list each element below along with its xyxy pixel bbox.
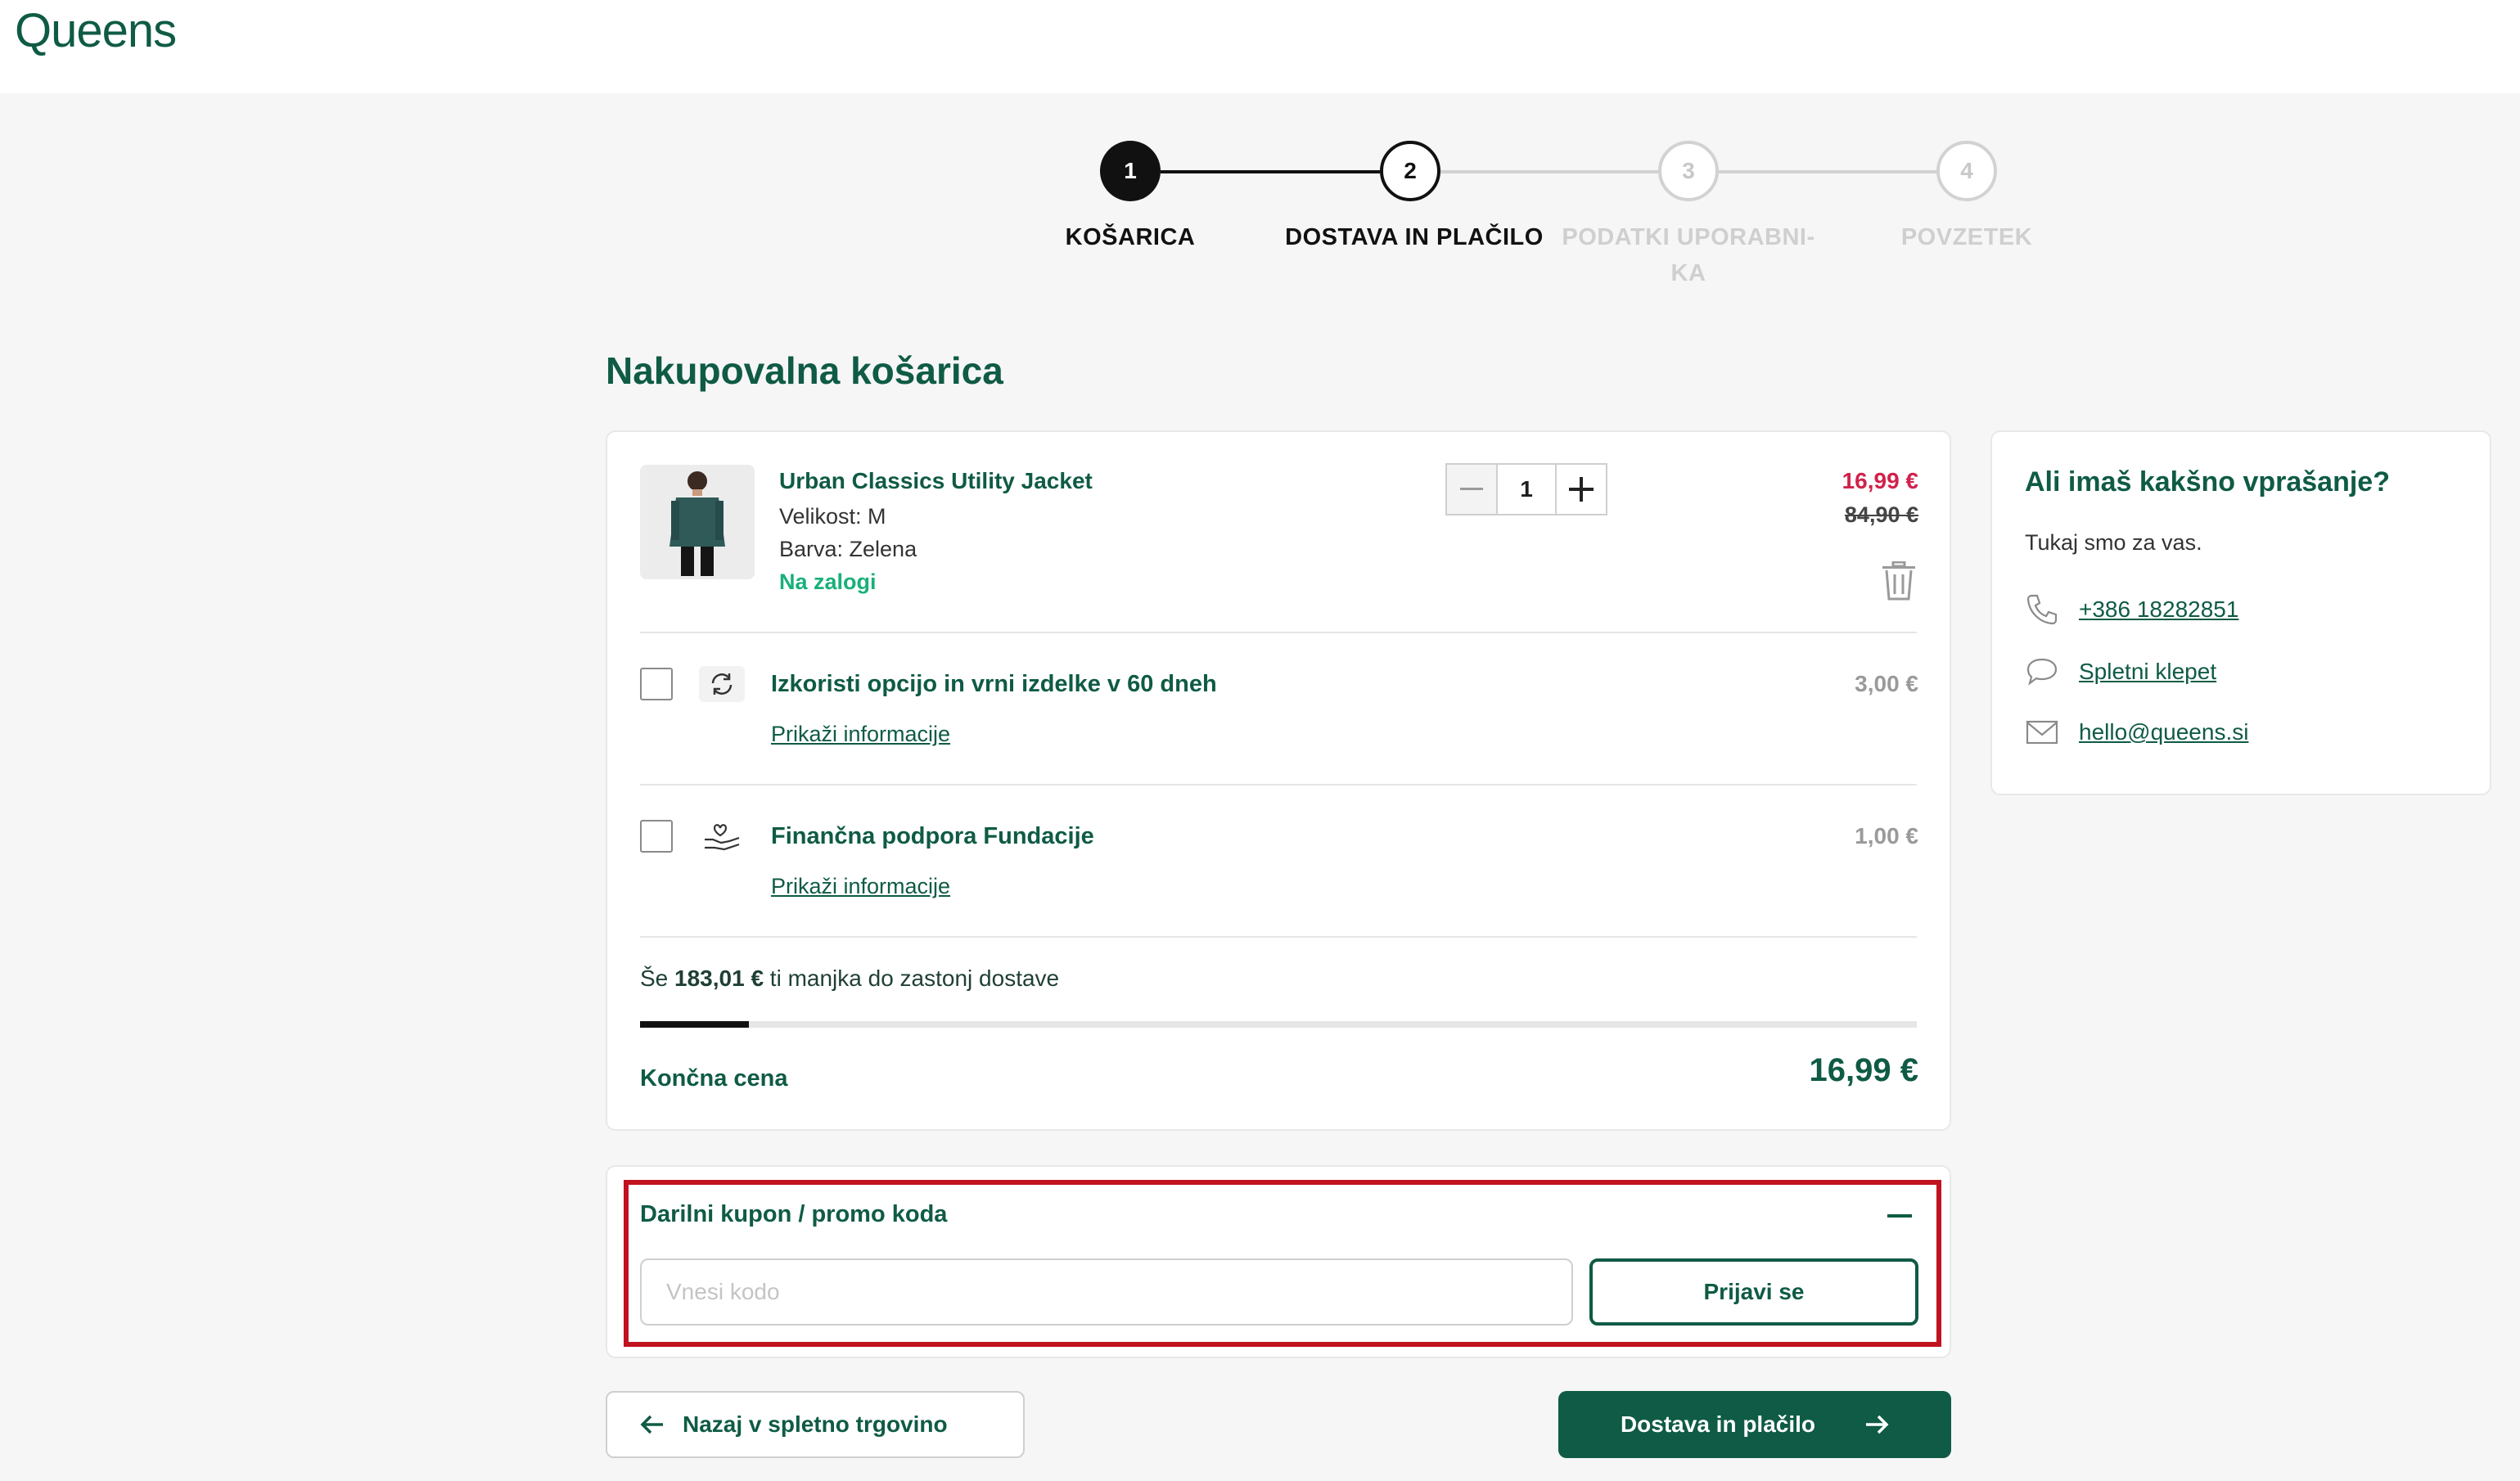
step-1-circle[interactable]: 1 — [1100, 141, 1161, 201]
help-phone-link[interactable]: +386 18282851 — [2079, 596, 2238, 623]
back-to-shop-label: Nazaj v spletno trgovino — [683, 1411, 948, 1437]
continue-label: Dostava in plačilo — [1620, 1411, 1816, 1437]
help-email-row[interactable]: hello@queens.si — [2025, 718, 2248, 746]
back-to-shop-button[interactable]: Nazaj v spletno trgovino — [606, 1391, 1025, 1458]
free-shipping-suffix: ti manjka do zastonj dostave — [764, 966, 1060, 991]
apply-coupon-button[interactable]: Prijavi se — [1589, 1258, 1918, 1326]
help-chat-row[interactable]: Spletni klepet — [2025, 656, 2216, 687]
step-1-label[interactable]: KOŠARICA — [999, 219, 1261, 255]
refresh-icon — [711, 673, 733, 695]
donation-option-icon-box — [699, 818, 745, 854]
product-original-price: 84,90 € — [1844, 502, 1918, 527]
step-4-label: POVZETEK — [1900, 224, 2033, 250]
return-option-title[interactable]: Izkoristi opcijo in vrni izdelke v 60 dn… — [771, 671, 1217, 698]
help-subtitle: Tukaj smo za vas. — [2025, 530, 2202, 555]
help-chat-link[interactable]: Spletni klepet — [2079, 659, 2216, 685]
collapse-icon[interactable] — [1887, 1214, 1912, 1218]
step-4-circle: 4 — [1936, 141, 1997, 201]
free-shipping-progress — [640, 1021, 1917, 1028]
donation-option-price: 1,00 € — [1855, 823, 1918, 849]
free-shipping-progress-fill — [640, 1021, 749, 1028]
cart-divider — [640, 632, 1917, 633]
product-price: 16,99 € — [1842, 468, 1918, 493]
product-thumbnail[interactable] — [640, 465, 755, 579]
return-option-price: 3,00 € — [1855, 671, 1918, 696]
product-name[interactable]: Urban Classics Utility Jacket — [779, 468, 1093, 494]
step-2-circle[interactable]: 2 — [1380, 141, 1440, 201]
step-connector-2 — [1440, 170, 1660, 173]
chat-bubble-icon — [2026, 658, 2058, 686]
plus-icon — [1569, 477, 1594, 502]
increase-quantity-button[interactable] — [1555, 463, 1607, 515]
return-option-checkbox[interactable] — [640, 668, 673, 700]
coupon-title[interactable]: Darilni kupon / promo koda — [640, 1201, 947, 1228]
cart-divider — [640, 784, 1917, 786]
total-label: Končna cena — [640, 1065, 788, 1092]
product-color: Barva: Zelena — [779, 537, 917, 561]
mail-icon — [2026, 720, 2058, 745]
phone-icon — [2026, 594, 2058, 625]
trash-icon[interactable] — [1881, 561, 1917, 601]
product-size: Velikost: M — [779, 504, 886, 529]
help-email-link[interactable]: hello@queens.si — [2079, 719, 2248, 745]
free-shipping-prefix: Še — [640, 966, 675, 991]
step-3-label: PODATKI UPORABNI-KA — [1562, 224, 1815, 286]
step-connector-3 — [1719, 170, 1938, 173]
help-phone-row[interactable]: +386 18282851 — [2025, 592, 2238, 627]
stock-status: Na zalogi — [779, 569, 877, 594]
hand-heart-icon — [705, 824, 740, 851]
arrow-right-icon — [1866, 1415, 1889, 1434]
coupon-code-input[interactable] — [640, 1258, 1573, 1326]
decrease-quantity-button[interactable] — [1445, 463, 1498, 515]
queens-logo[interactable]: Queens — [15, 3, 177, 58]
quantity-stepper: 1 — [1445, 463, 1607, 515]
page-title: Nakupovalna košarica — [606, 349, 1003, 392]
jacket-image — [640, 465, 755, 579]
arrow-left-icon — [640, 1415, 663, 1434]
step-3-circle: 3 — [1658, 141, 1719, 201]
donation-option-checkbox[interactable] — [640, 820, 673, 853]
step-connector-1 — [1161, 170, 1380, 173]
donation-option-info-link[interactable]: Prikaži informacije — [771, 874, 950, 899]
return-option-info-link[interactable]: Prikaži informacije — [771, 722, 950, 747]
minus-icon — [1460, 488, 1483, 490]
site-header: Queens — [0, 0, 2520, 93]
return-option-icon-box — [699, 666, 745, 702]
total-value: 16,99 € — [1809, 1052, 1918, 1088]
donation-option-title[interactable]: Finančna podpora Fundacije — [771, 823, 1094, 850]
continue-to-delivery-button[interactable]: Dostava in plačilo — [1558, 1391, 1951, 1458]
free-shipping-amount: 183,01 € — [674, 966, 764, 991]
checkout-stepper: 1 2 3 4 KOŠARICA DOSTAVA IN PLAČILO PODA… — [0, 141, 2520, 304]
cart-divider — [640, 936, 1917, 938]
step-2-label[interactable]: DOSTAVA IN PLAČILO — [1279, 219, 1549, 255]
free-shipping-message: Še 183,01 € ti manjka do zastonj dostave — [640, 966, 1059, 992]
quantity-value[interactable]: 1 — [1498, 463, 1555, 515]
help-title: Ali imaš kakšno vprašanje? — [2025, 466, 2390, 497]
